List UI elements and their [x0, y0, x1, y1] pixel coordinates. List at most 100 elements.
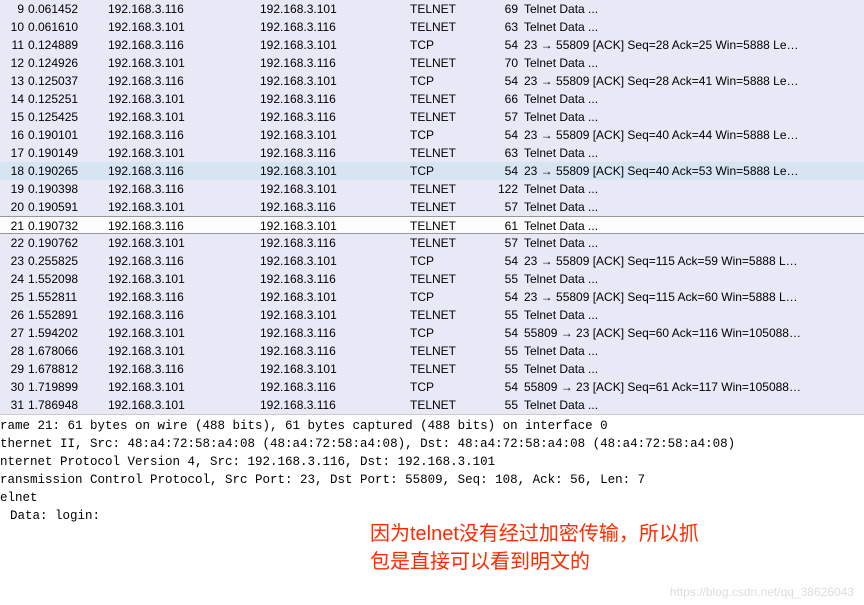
col-len: 57 — [486, 234, 524, 252]
packet-row[interactable]: 140.125251192.168.3.101192.168.3.116TELN… — [0, 90, 864, 108]
packet-row[interactable]: 120.124926192.168.3.101192.168.3.116TELN… — [0, 54, 864, 72]
col-proto: TELNET — [410, 144, 486, 162]
col-dst: 192.168.3.101 — [260, 252, 410, 270]
col-src: 192.168.3.116 — [100, 72, 260, 90]
col-src: 192.168.3.116 — [100, 36, 260, 54]
col-info: Telnet Data ... — [524, 18, 864, 36]
col-dst: 192.168.3.101 — [260, 217, 410, 233]
packet-row[interactable]: 281.678066192.168.3.101192.168.3.116TELN… — [0, 342, 864, 360]
col-info: 55809 → 23 [ACK] Seq=60 Ack=116 Win=1050… — [524, 324, 864, 342]
col-src: 192.168.3.101 — [100, 378, 260, 396]
col-dst: 192.168.3.101 — [260, 36, 410, 54]
col-src: 192.168.3.101 — [100, 18, 260, 36]
col-no: 22 — [0, 234, 28, 252]
col-info: Telnet Data ... — [524, 342, 864, 360]
packet-row[interactable]: 200.190591192.168.3.101192.168.3.116TELN… — [0, 198, 864, 216]
col-len: 54 — [486, 378, 524, 396]
packet-row[interactable]: 291.678812192.168.3.116192.168.3.101TELN… — [0, 360, 864, 378]
packet-row[interactable]: 220.190762192.168.3.101192.168.3.116TELN… — [0, 234, 864, 252]
packet-row[interactable]: 150.125425192.168.3.101192.168.3.116TELN… — [0, 108, 864, 126]
col-len: 54 — [486, 36, 524, 54]
packet-details-pane[interactable]: rame 21: 61 bytes on wire (488 bits), 61… — [0, 414, 864, 564]
col-time: 1.719899 — [28, 378, 100, 396]
packet-row[interactable]: 251.552811192.168.3.116192.168.3.101TCP5… — [0, 288, 864, 306]
col-proto: TELNET — [410, 0, 486, 18]
col-info: Telnet Data ... — [524, 198, 864, 216]
col-time: 1.678066 — [28, 342, 100, 360]
packet-row[interactable]: 180.190265192.168.3.116192.168.3.101TCP5… — [0, 162, 864, 180]
col-len: 63 — [486, 144, 524, 162]
col-no: 9 — [0, 0, 28, 18]
packet-row[interactable]: 190.190398192.168.3.116192.168.3.101TELN… — [0, 180, 864, 198]
col-proto: TCP — [410, 378, 486, 396]
col-dst: 192.168.3.101 — [260, 162, 410, 180]
col-time: 0.190265 — [28, 162, 100, 180]
col-src: 192.168.3.101 — [100, 108, 260, 126]
col-info: 23 → 55809 [ACK] Seq=115 Ack=60 Win=5888… — [524, 288, 864, 306]
packet-row[interactable]: 170.190149192.168.3.101192.168.3.116TELN… — [0, 144, 864, 162]
packet-row[interactable]: 210.190732192.168.3.116192.168.3.101TELN… — [0, 216, 864, 234]
col-dst: 192.168.3.116 — [260, 270, 410, 288]
col-proto: TCP — [410, 252, 486, 270]
col-time: 0.061452 — [28, 0, 100, 18]
detail-frame[interactable]: rame 21: 61 bytes on wire (488 bits), 61… — [0, 417, 864, 435]
col-dst: 192.168.3.116 — [260, 90, 410, 108]
packet-row[interactable]: 100.061610192.168.3.101192.168.3.116TELN… — [0, 18, 864, 36]
col-len: 55 — [486, 270, 524, 288]
col-info: Telnet Data ... — [524, 306, 864, 324]
col-info: Telnet Data ... — [524, 396, 864, 414]
col-src: 192.168.3.101 — [100, 396, 260, 414]
col-proto: TELNET — [410, 342, 486, 360]
col-time: 1.594202 — [28, 324, 100, 342]
col-info: 23 → 55809 [ACK] Seq=28 Ack=41 Win=5888 … — [524, 72, 864, 90]
col-proto: TELNET — [410, 108, 486, 126]
col-info: Telnet Data ... — [524, 360, 864, 378]
packet-row[interactable]: 311.786948192.168.3.101192.168.3.116TELN… — [0, 396, 864, 414]
detail-ip[interactable]: nternet Protocol Version 4, Src: 192.168… — [0, 453, 864, 471]
col-src: 192.168.3.101 — [100, 342, 260, 360]
packet-row[interactable]: 301.719899192.168.3.101192.168.3.116TCP5… — [0, 378, 864, 396]
col-len: 70 — [486, 54, 524, 72]
packet-row[interactable]: 160.190101192.168.3.116192.168.3.101TCP5… — [0, 126, 864, 144]
packet-row[interactable]: 271.594202192.168.3.101192.168.3.116TCP5… — [0, 324, 864, 342]
col-src: 192.168.3.101 — [100, 324, 260, 342]
packet-row[interactable]: 261.552891192.168.3.116192.168.3.101TELN… — [0, 306, 864, 324]
col-proto: TELNET — [410, 396, 486, 414]
col-src: 192.168.3.116 — [100, 126, 260, 144]
packet-list[interactable]: 90.061452192.168.3.116192.168.3.101TELNE… — [0, 0, 864, 414]
col-proto: TCP — [410, 162, 486, 180]
col-len: 57 — [486, 108, 524, 126]
col-src: 192.168.3.116 — [100, 217, 260, 233]
col-info: Telnet Data ... — [524, 0, 864, 18]
col-dst: 192.168.3.101 — [260, 180, 410, 198]
col-time: 0.061610 — [28, 18, 100, 36]
col-dst: 192.168.3.116 — [260, 108, 410, 126]
col-src: 192.168.3.116 — [100, 0, 260, 18]
col-info: Telnet Data ... — [524, 144, 864, 162]
col-dst: 192.168.3.116 — [260, 54, 410, 72]
packet-row[interactable]: 110.124889192.168.3.116192.168.3.101TCP5… — [0, 36, 864, 54]
detail-ethernet[interactable]: thernet II, Src: 48:a4:72:58:a4:08 (48:a… — [0, 435, 864, 453]
col-proto: TCP — [410, 288, 486, 306]
col-proto: TELNET — [410, 360, 486, 378]
col-info: Telnet Data ... — [524, 54, 864, 72]
col-proto: TELNET — [410, 54, 486, 72]
col-proto: TCP — [410, 324, 486, 342]
col-no: 16 — [0, 126, 28, 144]
packet-row[interactable]: 230.255825192.168.3.116192.168.3.101TCP5… — [0, 252, 864, 270]
detail-telnet-data[interactable]: Data: login: — [0, 507, 864, 525]
packet-row[interactable]: 130.125037192.168.3.116192.168.3.101TCP5… — [0, 72, 864, 90]
col-proto: TELNET — [410, 198, 486, 216]
packet-row[interactable]: 90.061452192.168.3.116192.168.3.101TELNE… — [0, 0, 864, 18]
col-time: 1.552811 — [28, 288, 100, 306]
col-no: 29 — [0, 360, 28, 378]
col-no: 12 — [0, 54, 28, 72]
col-no: 20 — [0, 198, 28, 216]
packet-row[interactable]: 241.552098192.168.3.101192.168.3.116TELN… — [0, 270, 864, 288]
col-proto: TELNET — [410, 90, 486, 108]
detail-tcp[interactable]: ransmission Control Protocol, Src Port: … — [0, 471, 864, 489]
detail-telnet[interactable]: elnet — [0, 489, 864, 507]
col-dst: 192.168.3.116 — [260, 144, 410, 162]
col-len: 66 — [486, 90, 524, 108]
col-no: 14 — [0, 90, 28, 108]
